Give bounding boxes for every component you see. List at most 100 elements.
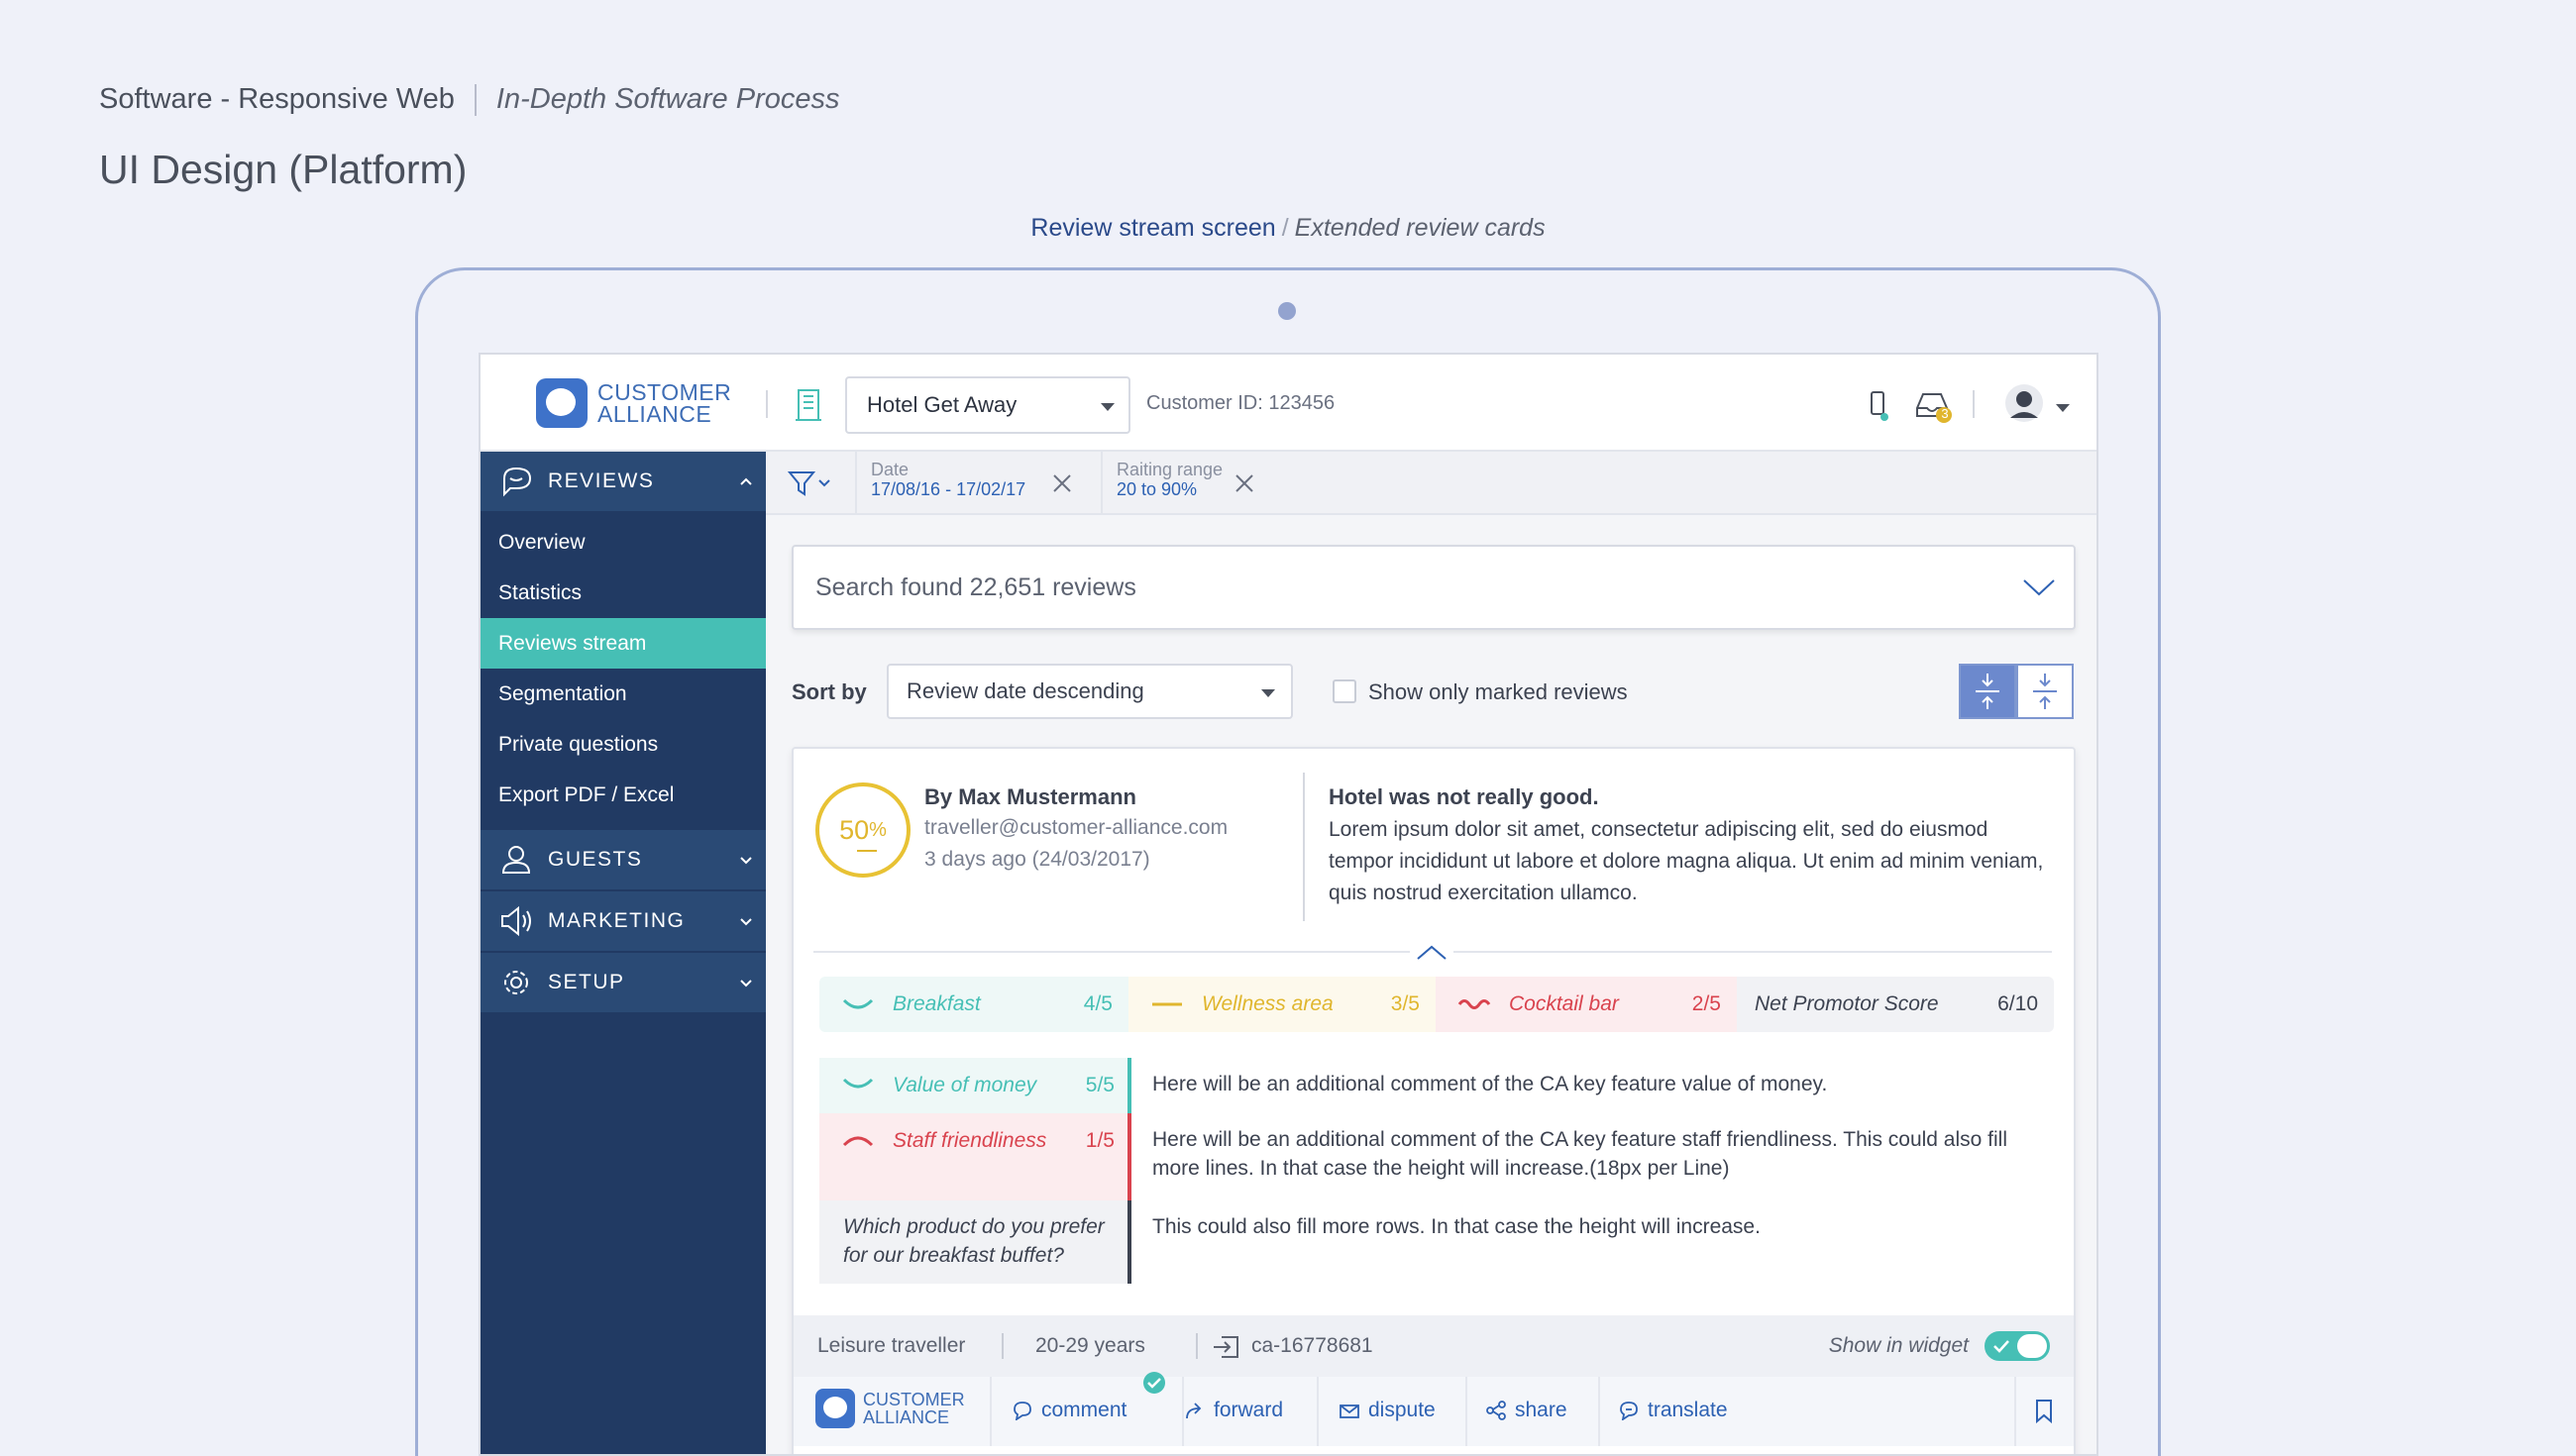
comment-button[interactable]: comment [1012,1399,1127,1422]
meta-divider [1196,1333,1198,1359]
key-feature-name: Cocktail bar [1509,992,1619,1015]
page-title: UI Design (Platform) [99,147,468,192]
header-divider [474,83,477,116]
collapse-card-button[interactable] [1410,941,1453,963]
sidebar-item-overview[interactable]: Overview [481,517,766,568]
age-group: 20-29 years [1035,1334,1145,1357]
sidebar-item-segmentation[interactable]: Segmentation [481,669,766,719]
logo-text: CUSTOMER ALLIANCE [597,379,732,427]
detail-color-bar [1127,1113,1131,1200]
detail-value: 1/5 [1085,1129,1115,1152]
main-content: Date 17/08/16 - 17/02/17 Raiting range 2… [766,452,2096,1454]
sidebar-item-reviews-stream[interactable]: Reviews stream [481,618,766,669]
translate-button[interactable]: translate [1618,1399,1728,1422]
filter-chip-date[interactable]: Date 17/08/16 - 17/02/17 [871,460,1025,499]
sidebar-item-export[interactable]: Export PDF / Excel [481,770,766,820]
show-in-widget-label: Show in widget [1828,1334,1969,1357]
guests-user-icon [501,846,531,874]
score-unit: % [869,818,887,841]
filter-funnel-icon[interactable] [788,469,833,497]
logo-line1: CUSTOMER [597,379,732,405]
dispute-button[interactable]: dispute [1339,1399,1436,1422]
close-icon[interactable] [1234,472,1255,494]
sidebar-section-label: MARKETING [548,909,686,932]
show-in-widget-toggle[interactable] [1985,1331,2050,1361]
collapse-icon [2033,674,2057,709]
collapse-view-button[interactable] [2016,664,2074,719]
share-label: share [1515,1399,1567,1421]
customer-alliance-logo[interactable]: CUSTOMER ALLIANCE [536,378,731,428]
detail-name: Staff friendliness [893,1129,1047,1152]
neutral-face-icon [1152,1002,1182,1006]
sort-select[interactable]: Review date descending [887,664,1293,719]
hotel-select-value: Hotel Get Away [867,392,1018,417]
actions-divider [990,1377,992,1446]
user-avatar-icon[interactable] [2004,382,2044,424]
forward-label: forward [1214,1399,1284,1421]
setup-gear-icon [504,971,528,994]
score-value: 50 [839,814,870,845]
camera-dot [1278,302,1296,320]
search-summary-bar[interactable]: Search found 22,651 reviews [792,545,2076,630]
filter-divider [1101,452,1103,515]
sidebar-section-label: REVIEWS [548,469,655,492]
mail-envelope-icon [1340,1404,1359,1418]
mobile-icon[interactable] [1868,390,1889,422]
reference-id[interactable]: ca-16778681 [1251,1334,1373,1358]
filter-bar: Date 17/08/16 - 17/02/17 Raiting range 2… [766,452,2096,515]
chevron-down-icon[interactable] [2056,404,2070,412]
detail-value-of-money: Value of money 5/5 [819,1058,1130,1113]
source-logo: CUSTOMER ALLIANCE [815,1389,965,1428]
key-feature-value: 3/5 [1390,992,1420,1015]
translate-bubble-icon [1620,1402,1638,1420]
expand-view-button[interactable] [1959,664,2016,719]
logo-line2: ALLIANCE [597,401,712,427]
marked-reviews-checkbox[interactable] [1333,679,1356,703]
inbox-badge: 3 [1941,406,1949,421]
review-actions-bar: CUSTOMER ALLIANCE comment forward disput… [794,1372,2074,1446]
smile-icon [842,1078,874,1089]
actions-divider [1465,1377,1467,1446]
frown-wave-icon [1457,999,1491,1009]
sort-row: Sort by Review date descending Show only… [792,664,2076,721]
forward-arrow-icon [1186,1403,1202,1419]
filter-chip-rating[interactable]: Raiting range 20 to 90% [1117,460,1223,499]
reviews-submenu: Overview Statistics Reviews stream Segme… [481,513,766,830]
comment-label: comment [1041,1399,1127,1421]
chevron-down-icon [740,918,752,926]
chevron-down-icon [740,980,752,988]
detail-value: 5/5 [1085,1074,1115,1096]
share-button[interactable]: share [1485,1399,1567,1422]
review-email[interactable]: traveller@customer-alliance.com [924,816,1228,840]
sort-select-value: Review date descending [907,678,1144,703]
sidebar-item-private-questions[interactable]: Private questions [481,719,766,770]
detail-custom-question: Which product do you prefer for our brea… [819,1200,1130,1284]
key-feature-nps: Net Promotor Score 6/10 [1737,977,2054,1032]
bookmark-icon[interactable] [2034,1399,2054,1424]
close-icon[interactable] [1051,472,1073,494]
process-label: In-Depth Software Process [495,83,840,115]
chevron-down-icon [740,857,752,865]
sidebar-section-setup[interactable]: SETUP [481,953,766,1012]
sidebar-section-label: GUESTS [548,848,643,871]
forward-button[interactable]: forward [1184,1399,1283,1422]
frown-icon [842,1136,874,1147]
check-icon [1993,1340,2009,1353]
sidebar-section-guests[interactable]: GUESTS [481,830,766,889]
chevron-up-icon [740,477,752,485]
hotel-select[interactable]: Hotel Get Away [845,376,1130,434]
detail-color-bar [1127,1058,1131,1113]
marked-reviews-label: Show only marked reviews [1368,679,1628,704]
building-icon [796,389,821,421]
login-arrow-icon [1214,1336,1238,1358]
detail-staff-friendliness: Staff friendliness 1/5 [819,1113,1130,1200]
sidebar-item-statistics[interactable]: Statistics [481,568,766,618]
caption-variant: Extended review cards [1294,214,1546,242]
chevron-down-icon[interactable] [2022,576,2056,598]
caption-screen: Review stream screen [1030,214,1276,242]
actions-divider [1317,1377,1319,1446]
detail-comment: Here will be an additional comment of th… [1152,1128,2007,1180]
topbar-divider [766,390,768,418]
sidebar-section-reviews[interactable]: REVIEWS [481,452,766,511]
sidebar-section-marketing[interactable]: MARKETING [481,891,766,951]
